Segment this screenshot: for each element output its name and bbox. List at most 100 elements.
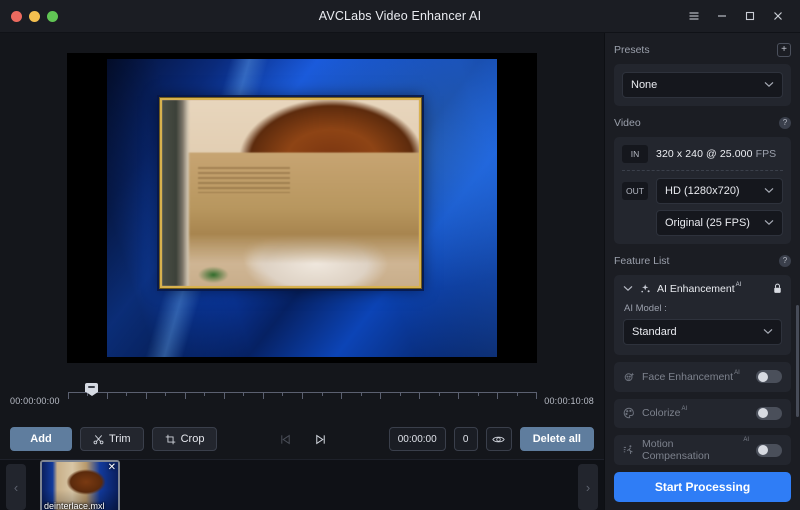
video-photo-content [161,99,419,287]
timeline-tick [67,392,69,399]
skip-previous-icon[interactable] [279,433,292,446]
delete-all-button[interactable]: Delete all [519,427,594,451]
start-processing-button[interactable]: Start Processing [614,472,791,502]
face-icon [623,371,635,383]
timeline-tick [321,392,323,396]
face-enhancement-label: Face Enhancement AI [642,370,740,383]
ai-enhancement-card: AI Enhancement AI AI Model : Standard [614,274,791,355]
menu-icon[interactable] [680,3,708,29]
colorize-toggle[interactable] [756,406,782,420]
help-icon[interactable]: ? [779,117,791,130]
motion-compensation-toggle[interactable] [756,443,782,457]
output-framerate-value: Original (25 FPS) [665,216,750,229]
timeline-tick [243,392,245,396]
trim-button[interactable]: Trim [80,427,144,451]
lock-icon[interactable] [773,283,782,294]
ai-superscript: AI [681,406,688,413]
video-player[interactable] [67,53,537,363]
ai-enhancement-label: AI Enhancement AI [657,282,741,295]
ai-model-value: Standard [632,325,677,338]
output-resolution-select[interactable]: HD (1280x720) [656,177,783,204]
timeline-tick [165,392,167,396]
chevron-down-icon [764,186,774,196]
timeline-end-time: 00:00:10:08 [544,396,594,406]
chevron-down-icon [763,327,773,337]
ai-model-select[interactable]: Standard [623,318,782,345]
filmstrip-prev-button[interactable]: ‹ [6,464,26,510]
video-framerate-row: Original (25 FPS) [622,209,783,236]
app-window: AVCLabs Video Enhancer AI 00:00:00:00 00… [0,0,800,510]
timeline-tick [282,392,284,396]
add-preset-button[interactable]: + [777,43,791,58]
remove-clip-icon[interactable]: ✕ [108,463,116,473]
frame-count-field[interactable]: 0 [453,427,478,451]
preset-select-value: None [631,78,658,91]
presets-card: None [614,63,791,106]
timeline[interactable]: 00:00:00:00 00:00:10:08 [0,383,604,419]
timeline-ruler[interactable] [67,383,538,412]
crop-icon [165,434,176,445]
editor-toolbar: Add Trim Crop 00:00:00 0 Delete all [0,419,604,459]
video-title: Video [614,117,641,130]
video-in-resolution: 320 x 240 @ 25.000 [656,147,753,160]
current-time-field[interactable]: 00:00:00 [388,427,446,451]
timeline-tick [341,392,343,399]
ai-model-label: AI Model : [624,302,667,314]
crop-button[interactable]: Crop [151,427,218,451]
colorize-label: Colorize AI [642,406,688,420]
body: 00:00:00:00 00:00:10:08 Add Trim Crop 00… [0,33,800,510]
timeline-tick [262,392,264,399]
sparkle-icon [639,283,651,295]
minimize-window-button[interactable] [29,10,40,22]
ai-enhancement-text: AI Enhancement [657,282,735,295]
playback-controls [279,433,327,446]
add-button[interactable]: Add [10,427,72,451]
clip-filmstrip: ‹ ✕ deinterlace.mxl › [0,459,604,510]
maximize-icon[interactable] [736,3,764,29]
timeline-start-time: 00:00:00:00 [10,396,60,406]
gold-picture-frame [158,96,422,290]
chevron-down-icon[interactable] [623,284,633,294]
trim-button-label: Trim [109,433,131,445]
output-framerate-select[interactable]: Original (25 FPS) [656,209,783,236]
video-in-value: 320 x 240 @ 25.000 FPS [656,148,776,160]
face-enhancement-toggle[interactable] [756,370,782,384]
close-icon[interactable] [764,3,792,29]
timeline-tick [302,392,303,399]
right-sidebar: Presets + None Video ? IN 320 x 240 @ 25… [604,33,800,510]
palette-icon [623,407,635,419]
help-icon[interactable]: ? [779,255,791,268]
timeline-playhead[interactable] [85,383,99,396]
output-resolution-value: HD (1280x720) [665,184,740,197]
close-window-button[interactable] [11,10,22,22]
ai-superscript: AI [743,437,749,444]
filmstrip-next-button[interactable]: › [578,464,598,510]
timeline-tick [380,392,382,399]
timeline-tick [516,392,518,396]
timeline-tick [438,392,440,396]
video-section-header: Video ? [614,116,791,131]
title-bar: AVCLabs Video Enhancer AI [0,0,800,33]
timeline-tick [477,392,479,396]
timeline-tick [223,392,225,399]
chevron-down-icon [764,80,774,90]
ai-enhancement-header[interactable]: AI Enhancement AI [623,282,782,295]
feature-toggle-face-enhancement[interactable]: Face Enhancement AI [614,361,791,392]
colorize-text: Colorize [642,407,681,420]
timeline-tick [419,392,421,399]
feature-toggle-colorize[interactable]: Colorize AI [614,398,791,429]
maximize-window-button[interactable] [47,10,58,22]
skip-next-icon[interactable] [314,433,327,446]
list-item[interactable]: ✕ deinterlace.mxl [40,460,120,510]
eye-icon[interactable] [485,427,512,451]
sidebar-scrollbar[interactable] [796,305,799,417]
clip-list: ✕ deinterlace.mxl [32,460,572,510]
timeline-tick [204,392,206,396]
feature-toggle-motion-compensation[interactable]: Motion Compensation AI [614,435,791,466]
video-card: IN 320 x 240 @ 25.000 FPS OUT HD (1280x7… [614,136,791,244]
feature-list-section-header: Feature List ? [614,254,791,269]
timeline-tick [184,392,186,399]
timeline-tick [399,392,401,396]
minimize-icon[interactable] [708,3,736,29]
preset-select[interactable]: None [622,71,783,98]
